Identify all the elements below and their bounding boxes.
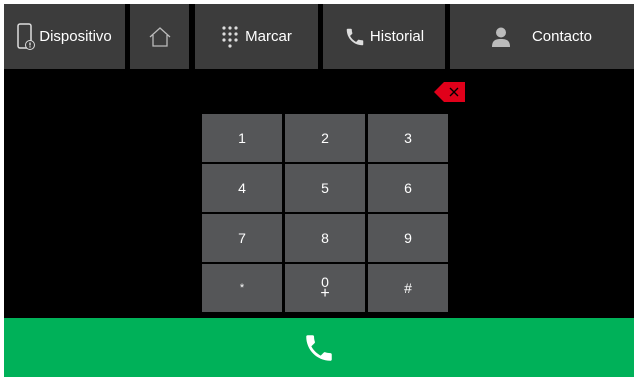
intercom-screen: Dispositivo Marcar Historial Contacto 1 … xyxy=(4,4,634,377)
phone-handset-icon xyxy=(344,26,366,48)
key-5[interactable]: 5 xyxy=(285,164,365,212)
nav-contact-button[interactable]: Contacto xyxy=(450,4,634,69)
backspace-icon xyxy=(434,81,467,103)
key-label: 3 xyxy=(404,130,412,146)
key-6[interactable]: 6 xyxy=(368,164,448,212)
key-1[interactable]: 1 xyxy=(202,114,282,162)
top-navigation: Dispositivo Marcar Historial Contacto xyxy=(4,4,634,69)
key-label: 5 xyxy=(321,180,329,196)
nav-dial-label: Marcar xyxy=(245,28,292,45)
dialpad-icon xyxy=(221,25,241,49)
nav-history-label: Historial xyxy=(369,28,425,45)
person-icon xyxy=(491,27,510,47)
nav-device-button[interactable]: Dispositivo xyxy=(4,4,125,69)
key-0[interactable]: 0 + xyxy=(285,264,365,312)
key-3[interactable]: 3 xyxy=(368,114,448,162)
key-label: * xyxy=(239,282,245,294)
key-label: 1 xyxy=(238,130,246,146)
key-label: 7 xyxy=(238,230,246,246)
key-label: 9 xyxy=(404,230,412,246)
key-sublabel: + xyxy=(320,285,330,302)
key-label: 4 xyxy=(238,180,246,196)
home-icon xyxy=(148,26,172,48)
key-2[interactable]: 2 xyxy=(285,114,365,162)
nav-contact-label: Contacto xyxy=(531,28,593,45)
phone-device-icon xyxy=(17,22,36,51)
key-label: 8 xyxy=(321,230,329,246)
key-label: 6 xyxy=(404,180,412,196)
nav-home-button[interactable] xyxy=(130,4,189,69)
key-8[interactable]: 8 xyxy=(285,214,365,262)
key-9[interactable]: 9 xyxy=(368,214,448,262)
phone-call-icon xyxy=(302,331,336,365)
key-hash[interactable]: # xyxy=(368,264,448,312)
key-7[interactable]: 7 xyxy=(202,214,282,262)
key-label: # xyxy=(404,280,412,296)
nav-dial-button[interactable]: Marcar xyxy=(195,4,318,69)
key-0-labels: 0 + xyxy=(320,275,330,302)
backspace-button[interactable] xyxy=(434,81,467,103)
nav-history-button[interactable]: Historial xyxy=(323,4,445,69)
nav-device-label: Dispositivo xyxy=(39,28,112,45)
key-star[interactable]: * xyxy=(202,264,282,312)
key-label: 2 xyxy=(321,130,329,146)
call-button[interactable] xyxy=(4,318,634,377)
key-4[interactable]: 4 xyxy=(202,164,282,212)
